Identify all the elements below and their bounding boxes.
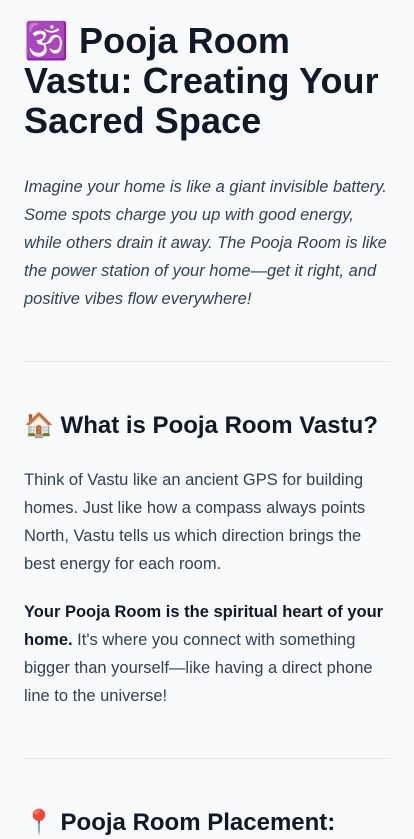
- section-heading-placement: 📍 Pooja Room Placement:: [24, 809, 336, 836]
- article: 🕉️ Pooja Room Vastu: Creating Your Sacre…: [0, 0, 414, 839]
- divider: [24, 361, 390, 362]
- vastu-explanation-paragraph: Think of Vastu like an ancient GPS for b…: [24, 471, 366, 573]
- intro-paragraph: Imagine your home is like a giant invisi…: [24, 178, 387, 308]
- page-title: 🕉️ Pooja Room Vastu: Creating Your Sacre…: [24, 20, 379, 141]
- section-heading-what-is-vastu: 🏠 What is Pooja Room Vastu?: [24, 412, 378, 439]
- divider: [24, 758, 390, 759]
- spiritual-heart-paragraph: Your Pooja Room is the spiritual heart o…: [24, 598, 390, 710]
- spiritual-heart-text: It's where you connect with something bi…: [24, 631, 373, 705]
